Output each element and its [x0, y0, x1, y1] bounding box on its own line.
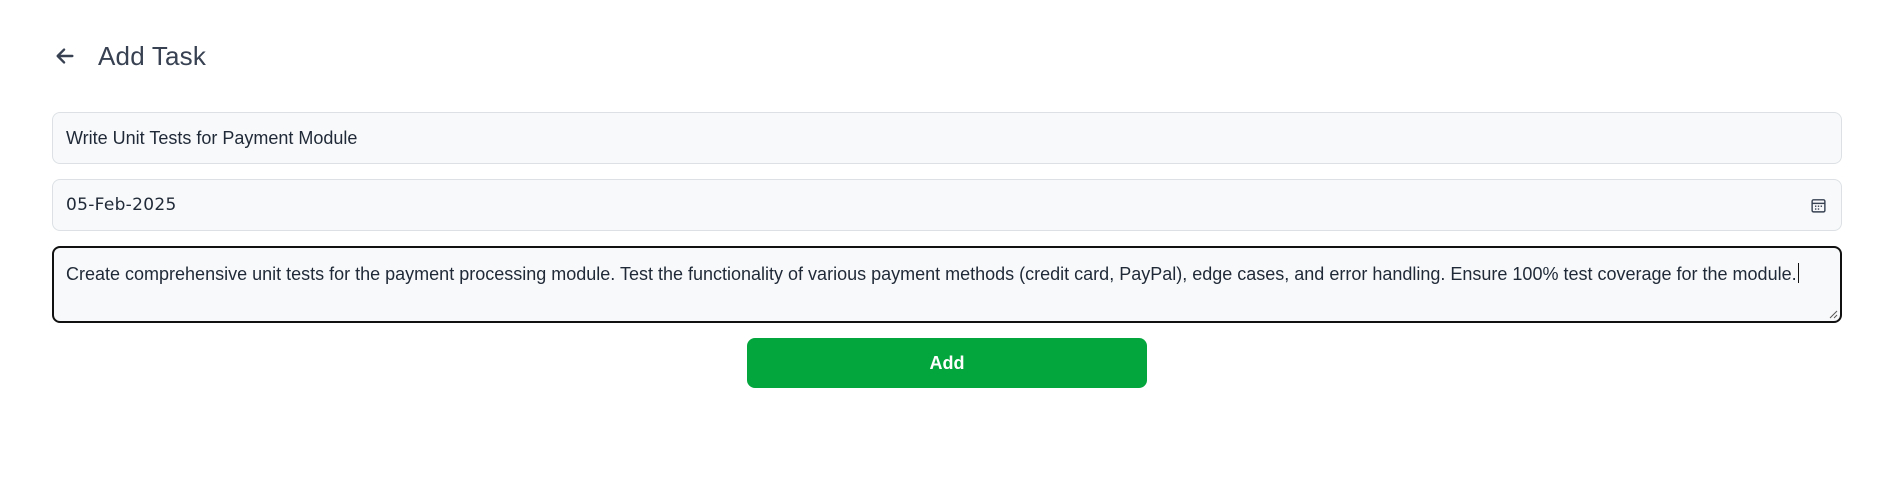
description-textarea[interactable]: Create comprehensive unit tests for the …: [52, 246, 1842, 323]
add-button[interactable]: Add: [747, 338, 1147, 388]
task-title-value: Write Unit Tests for Payment Module: [66, 127, 358, 148]
calendar-icon[interactable]: [1808, 195, 1828, 215]
resize-handle-icon[interactable]: [1828, 309, 1838, 319]
due-date-value: 05-Feb-2025: [66, 195, 177, 215]
page-title: Add Task: [98, 40, 207, 71]
text-caret: [1797, 263, 1799, 283]
task-title-input[interactable]: Write Unit Tests for Payment Module: [52, 112, 1842, 164]
page-header: Add Task: [52, 36, 206, 76]
back-button[interactable]: [52, 43, 78, 69]
description-text: Create comprehensive unit tests for the …: [66, 263, 1799, 284]
add-task-page: Add Task Write Unit Tests for Payment Mo…: [0, 0, 1892, 494]
arrow-left-icon: [56, 48, 74, 64]
due-date-input[interactable]: 05-Feb-2025: [52, 179, 1842, 231]
